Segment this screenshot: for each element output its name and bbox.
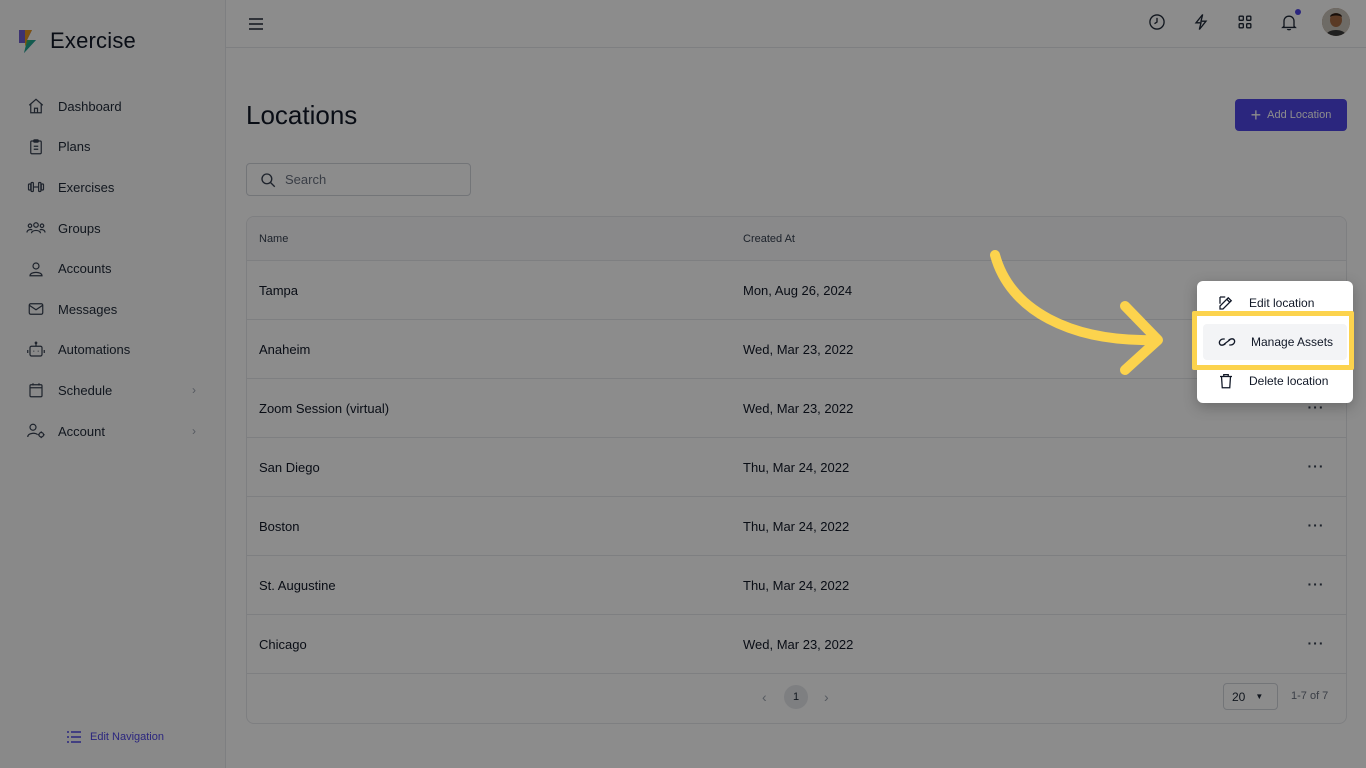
highlight-box [1192,311,1354,370]
edit-icon [1219,296,1233,310]
curved-arrow-icon [990,250,1163,375]
menu-item-label: Edit location [1249,296,1315,310]
menu-item-label: Delete location [1249,374,1329,388]
trash-icon [1220,373,1232,389]
